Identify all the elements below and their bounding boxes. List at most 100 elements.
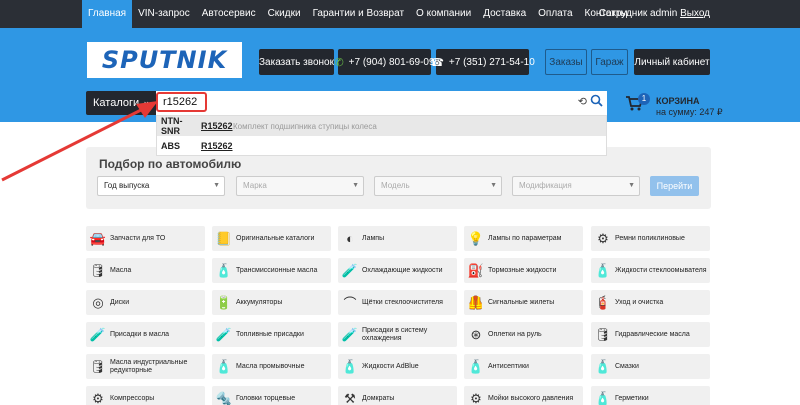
nav-item-delivery[interactable]: Доставка [477,0,532,28]
history-icon[interactable]: ⟲ [578,95,587,108]
logo-text: SPUTNIK [101,46,228,74]
category-tile[interactable]: ⚙ Ремни поликлиновые [591,226,710,251]
category-label: Присадки в масла [110,330,170,338]
category-tile[interactable]: 🦺 Сигнальные жилеты [464,290,583,315]
category-tile[interactable]: ⊛ Оплетки на руль [464,322,583,347]
catalogs-button[interactable]: Каталоги ⌄ [86,91,156,115]
cabinet-button[interactable]: Личный кабинет [634,49,710,75]
logo[interactable]: SPUTNIK [87,42,242,78]
callback-label: Заказать звонок [259,56,334,68]
car-icon: 🚘 [89,230,107,246]
jack-icon: ⚒ [344,390,356,405]
year-select[interactable]: Год выпуска ▼ [97,176,225,196]
category-label: Охлаждающие жидкости [362,266,443,274]
oil-can-icon: 🛢 [89,262,107,278]
model-select-value: Модель [381,181,410,190]
category-label: Домкраты [362,394,395,402]
nav-item-home[interactable]: Главная [82,0,133,28]
top-navigation: Главная VIN-запрос Автосервис Скидки Гар… [0,0,800,28]
category-tile[interactable]: 💡 Лампы по параметрам [464,226,583,251]
category-tile[interactable]: 🧴 Жидкости AdBlue [338,354,457,379]
category-tile[interactable]: ⚙ Мойки высокого давления [464,386,583,405]
garage-button[interactable]: Гараж [591,49,628,75]
category-label: Антисептики [488,362,529,370]
category-label: Масла промывочные [236,362,305,370]
go-button[interactable]: Перейти [650,176,699,196]
category-tile[interactable]: ⌒ Щётки стеклоочистителя [338,290,457,315]
nav-item-service[interactable]: Автосервис [196,0,262,28]
category-tile[interactable]: 🛢 Гидравлические масла [591,322,710,347]
category-label: Запчасти для ТО [110,234,166,242]
orders-button[interactable]: Заказы [545,49,587,75]
wheel-icon: ◎ [92,294,104,310]
suggestion-row[interactable]: ABS R15262 [157,136,606,156]
top-menu: Главная VIN-запрос Автосервис Скидки Гар… [82,0,634,28]
hydraulic-icon: 🛢 [594,326,612,342]
suggestion-code[interactable]: R15262 [201,141,233,151]
category-tile[interactable]: 🧪 Охлаждающие жидкости [338,258,457,283]
category-tile[interactable]: 📒 Оригинальные каталоги [212,226,331,251]
category-tile[interactable]: 🧴 Антисептики [464,354,583,379]
model-select[interactable]: Модель ▼ [374,176,502,196]
orders-label: Заказы [549,56,583,68]
brake-icon: ⛽ [467,262,485,278]
chevron-down-icon: ▼ [628,182,635,189]
category-tile[interactable]: 🚘 Запчасти для ТО [86,226,205,251]
chevron-down-icon: ▼ [352,182,359,189]
flush-oil-icon: 🧴 [215,358,233,374]
category-tile[interactable]: ◎ Диски [86,290,205,315]
category-tile[interactable]: ⚒ Домкраты [338,386,457,405]
nav-item-warranty[interactable]: Гарантии и Возврат [307,0,410,28]
category-tile[interactable]: 🧴 Масла промывочные [212,354,331,379]
nav-item-about[interactable]: О компании [410,0,477,28]
vest-icon: 🦺 [467,294,485,310]
search-input[interactable]: r15262 ⟲ [156,91,607,115]
catalogs-label: Каталоги [93,97,140,109]
category-tile[interactable]: 🔩 Головки торцевые [212,386,331,405]
make-select[interactable]: Марка ▼ [236,176,364,196]
battery-icon: 🔋 [215,294,233,310]
category-label: Компрессоры [110,394,155,402]
vehicle-selection-panel: Подбор по автомобилю Год выпуска ▼ Марка… [86,147,711,209]
cooling-additive-icon: 🧪 [341,326,359,342]
header: SPUTNIK Заказать звонок ✆ +7 (904) 801-6… [0,28,800,122]
phone1-button[interactable]: ✆ +7 (904) 801-69-09 [334,49,435,75]
phone2-button[interactable]: ☎ +7 (351) 271-54-10 [430,49,535,75]
category-label: Топливные присадки [236,330,304,338]
category-tile[interactable]: 🧪 Присадки в масла [86,322,205,347]
category-tile[interactable]: 🔋 Аккумуляторы [212,290,331,315]
cabinet-label: Личный кабинет [634,56,710,68]
category-tile[interactable]: ⚙ Компрессоры [86,386,205,405]
phone1-label: +7 (904) 801-69-09 [348,56,435,68]
callback-button[interactable]: Заказать звонок [259,49,334,75]
category-tile[interactable]: 🧴 Жидкости стеклоомывателя [591,258,710,283]
suggestion-code[interactable]: R15262 [201,121,233,131]
make-select-value: Марка [243,181,267,190]
suggestion-row[interactable]: NTN-SNR R15262 Комплект подшипника ступи… [157,116,606,136]
category-tile[interactable]: 🧯 Уход и очистка [591,290,710,315]
category-tile[interactable]: 🛢 Масла [86,258,205,283]
category-tile[interactable]: 🧴 Герметики [591,386,710,405]
search-icon[interactable] [590,94,603,110]
category-label: Тормозные жидкости [488,266,557,274]
sealant-icon: 🧴 [594,390,612,405]
steering-wheel-icon: ⊛ [470,326,482,342]
logout-link[interactable]: Выход [680,8,710,19]
category-label: Оплетки на руль [488,330,542,338]
category-label: Диски [110,298,130,306]
category-tile[interactable]: 🧴 Трансмиссионные масла [212,258,331,283]
category-tile[interactable]: 🧪 Присадки в систему охлаждения [338,322,457,347]
category-tile[interactable]: 🧴 Смазки [591,354,710,379]
modification-select[interactable]: Модификация ▼ [512,176,640,196]
category-tile[interactable]: ◐ Лампы [338,226,457,251]
category-tile[interactable]: ⛽ Тормозные жидкости [464,258,583,283]
category-tile[interactable]: 🛢 Масла индустриальные редукторные [86,354,205,379]
nav-item-vin[interactable]: VIN-запрос [132,0,196,28]
cart-count-badge: 1 [638,93,650,105]
cart[interactable]: 1 КОРЗИНА на сумму: 247 ₽ [622,93,742,123]
category-label: Трансмиссионные масла [236,266,318,274]
category-tile[interactable]: 🧪 Топливные присадки [212,322,331,347]
whatsapp-icon: ✆ [334,56,344,69]
nav-item-discounts[interactable]: Скидки [262,0,307,28]
nav-item-payment[interactable]: Оплата [532,0,578,28]
